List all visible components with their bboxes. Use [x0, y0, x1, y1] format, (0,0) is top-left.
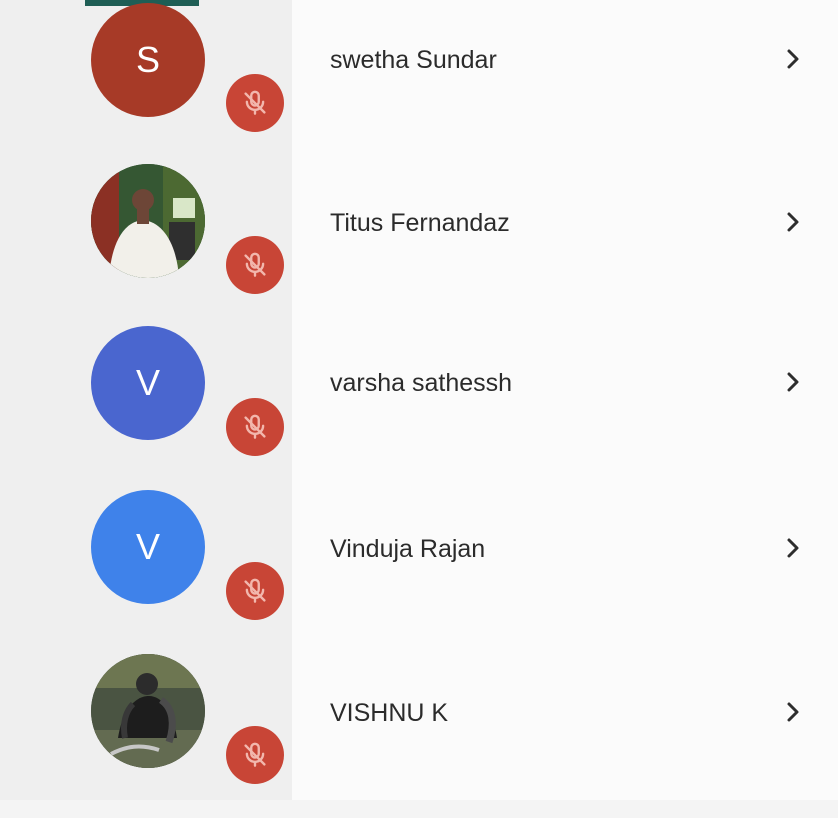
mic-off-icon	[226, 74, 284, 132]
participant-row[interactable]: V Vinduja Rajan	[0, 490, 838, 654]
avatar-initial: V	[135, 526, 160, 567]
mic-off-icon	[226, 236, 284, 294]
avatar: V	[91, 326, 205, 440]
avatar: V	[91, 490, 205, 604]
avatar	[91, 164, 205, 278]
chevron-right-icon[interactable]	[780, 47, 804, 71]
avatar: S	[91, 3, 205, 117]
chevron-right-icon[interactable]	[780, 700, 804, 724]
participant-name: Titus Fernandaz	[330, 209, 510, 237]
participant-row[interactable]: Titus Fernandaz	[0, 164, 838, 328]
chevron-right-icon[interactable]	[780, 370, 804, 394]
chevron-right-icon[interactable]	[780, 210, 804, 234]
participant-row[interactable]: S swetha Sundar	[0, 0, 838, 164]
participant-row[interactable]: VISHNU K	[0, 654, 838, 818]
avatar	[91, 654, 205, 768]
avatar-initial: S	[135, 39, 160, 80]
chevron-right-icon[interactable]	[780, 536, 804, 560]
participant-name: swetha Sundar	[330, 46, 497, 74]
participant-name: varsha sathessh	[330, 369, 513, 397]
mic-off-icon	[226, 562, 284, 620]
mic-off-icon	[226, 726, 284, 784]
participant-name: VISHNU K	[330, 699, 449, 727]
mic-off-icon	[226, 398, 284, 456]
participant-row[interactable]: V varsha sathessh	[0, 326, 838, 490]
avatar-initial: V	[135, 362, 160, 403]
participant-name: Vinduja Rajan	[330, 535, 486, 563]
